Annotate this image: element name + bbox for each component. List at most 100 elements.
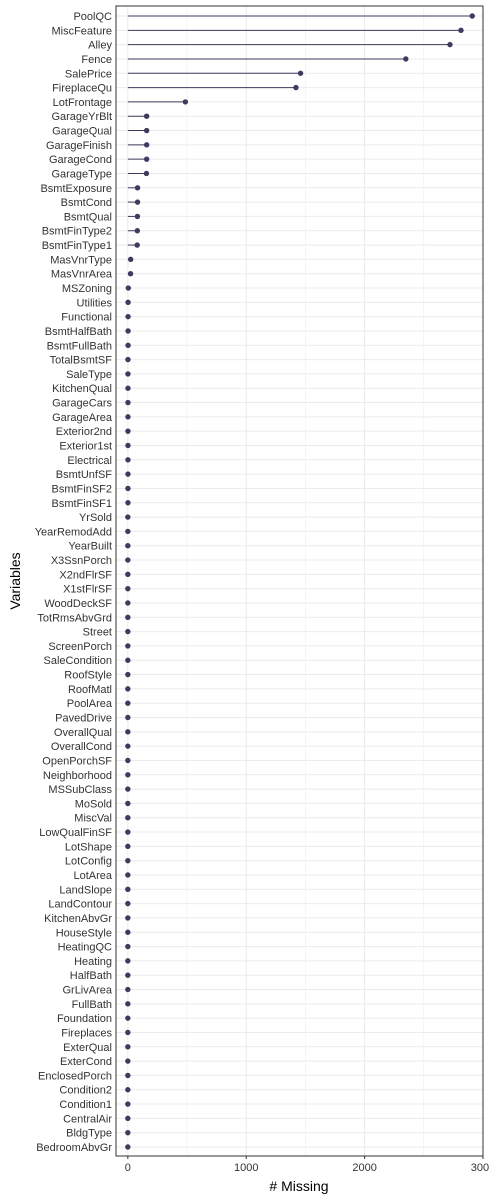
lollipop-point <box>134 213 141 220</box>
lollipop-point <box>293 84 299 91</box>
lollipop-point <box>125 872 131 878</box>
y-tick-label: Foundation <box>57 1013 112 1025</box>
x-axis-title: # Missing <box>269 1178 328 1194</box>
lollipop-point <box>125 342 131 348</box>
lollipop-point <box>134 228 141 234</box>
y-tick-label: LandSlope <box>59 884 112 896</box>
y-tick-label: ScreenPorch <box>48 641 112 653</box>
lollipop-point <box>458 27 464 34</box>
y-tick-label: GrLivArea <box>62 985 112 997</box>
y-tick-label: ExterQual <box>63 1042 112 1054</box>
y-tick-label: TotRmsAbvGrd <box>37 612 112 624</box>
y-tick-label: SaleType <box>66 369 112 381</box>
y-tick-label: GarageYrBlt <box>51 111 112 123</box>
y-tick-label: SalePrice <box>65 68 112 80</box>
y-tick-label: HalfBath <box>70 970 112 982</box>
lollipop-point <box>125 843 131 850</box>
y-tick-label: BsmtFinSF1 <box>51 498 112 510</box>
y-tick-label: HeatingQC <box>58 942 112 954</box>
lollipop-point <box>125 1115 131 1122</box>
lollipop-point <box>125 1144 131 1150</box>
y-tick-label: BedroomAbvGr <box>36 1142 112 1154</box>
lollipop-point <box>125 585 131 592</box>
lollipop-point <box>125 500 131 506</box>
lollipop-point <box>125 1087 131 1093</box>
y-tick-label: BsmtUnfSF <box>56 469 113 481</box>
lollipop-point <box>125 671 131 678</box>
y-tick-label: Condition1 <box>59 1099 112 1111</box>
lollipop-point <box>127 270 134 277</box>
y-tick-label: LowQualFinSF <box>39 827 112 839</box>
y-tick-label: GarageArea <box>52 412 113 424</box>
lollipop-point <box>125 485 131 492</box>
y-tick-label: WoodDeckSF <box>44 598 112 610</box>
y-axis-title: Variables <box>7 552 23 609</box>
lollipop-point <box>125 972 131 978</box>
y-tick-label: Fence <box>81 54 112 66</box>
y-tick-label: KitchenAbvGr <box>44 913 112 925</box>
lollipop-point <box>125 1058 131 1064</box>
y-tick-label: RoofStyle <box>64 670 112 682</box>
lollipop-point <box>125 929 131 935</box>
y-tick-label: BsmtQual <box>64 211 112 223</box>
y-tick-label: MSZoning <box>62 283 112 295</box>
lollipop-point <box>403 56 409 62</box>
y-tick-label: Neighborhood <box>43 770 112 782</box>
lollipop-point <box>143 113 150 119</box>
lollipop-point <box>125 371 131 377</box>
y-tick-label: ExterCond <box>60 1056 112 1068</box>
y-tick-label: PoolArea <box>67 698 113 710</box>
lollipop-chart: PoolQC MiscFeature Alley Fence SalePrice Fire… <box>7 5 489 1194</box>
y-tick-label: GarageFinish <box>46 140 112 152</box>
lollipop-point <box>125 800 131 807</box>
y-tick-label: MiscVal <box>74 813 112 825</box>
lollipop-point <box>125 886 131 893</box>
lollipop-point <box>182 99 189 105</box>
y-tick-label: MasVnrType <box>50 254 112 266</box>
y-tick-label: Exterior1st <box>59 440 112 452</box>
y-tick-label: Heating <box>74 956 112 968</box>
x-tick-label: 2000 <box>352 1162 376 1174</box>
y-tick-label: TotalBsmtSF <box>50 355 113 367</box>
y-tick-label: MasVnrArea <box>51 269 113 281</box>
y-tick-label: SaleCondition <box>44 655 113 667</box>
y-tick-label: Utilities <box>77 297 113 309</box>
y-tick-label: CentralAir <box>63 1113 112 1125</box>
lollipop-point <box>125 614 131 620</box>
y-tick-label: X3SsnPorch <box>51 555 112 567</box>
lollipop-point <box>125 457 131 463</box>
y-tick-label: YearBuilt <box>68 541 112 553</box>
y-tick-label: HouseStyle <box>56 927 112 939</box>
lollipop-point <box>125 543 131 549</box>
lollipop-point <box>125 915 131 921</box>
y-tick-label: FireplaceQu <box>52 83 112 95</box>
lollipop-point <box>125 471 131 477</box>
y-tick-label: YrSold <box>79 512 112 524</box>
y-tick-label: BsmtExposure <box>40 183 112 195</box>
lollipop-point <box>125 743 131 749</box>
y-tick-label: LotConfig <box>65 856 112 868</box>
lollipop-point <box>125 600 131 606</box>
x-tick-label: 3000 <box>471 1162 489 1174</box>
y-tick-label: Street <box>83 627 112 639</box>
lollipop-point <box>143 156 150 162</box>
y-tick-label: GarageCars <box>52 398 112 410</box>
y-tick-label: GarageType <box>51 168 112 180</box>
lollipop-point <box>125 1101 131 1107</box>
lollipop-point <box>125 1001 131 1007</box>
y-tick-label: GarageCond <box>49 154 112 166</box>
y-tick-label: MSSubClass <box>48 784 112 796</box>
y-tick-label: LotShape <box>65 841 112 853</box>
lollipop-point <box>143 142 150 148</box>
y-tick-label: BsmtFinType2 <box>42 226 112 238</box>
lollipop-point <box>125 686 131 692</box>
y-tick-label: X1stFlrSF <box>63 584 112 596</box>
y-tick-label: KitchenQual <box>52 383 112 395</box>
lollipop-point <box>125 958 131 964</box>
y-tick-label: BsmtFullBath <box>47 340 112 352</box>
y-tick-labels: PoolQC MiscFeature Alley Fence SalePrice Fire… <box>35 11 113 1154</box>
y-tick-label: Condition2 <box>59 1085 112 1097</box>
lollipop-point <box>125 628 131 635</box>
y-tick-label: BldgType <box>66 1128 112 1140</box>
lollipop-point <box>125 900 131 907</box>
